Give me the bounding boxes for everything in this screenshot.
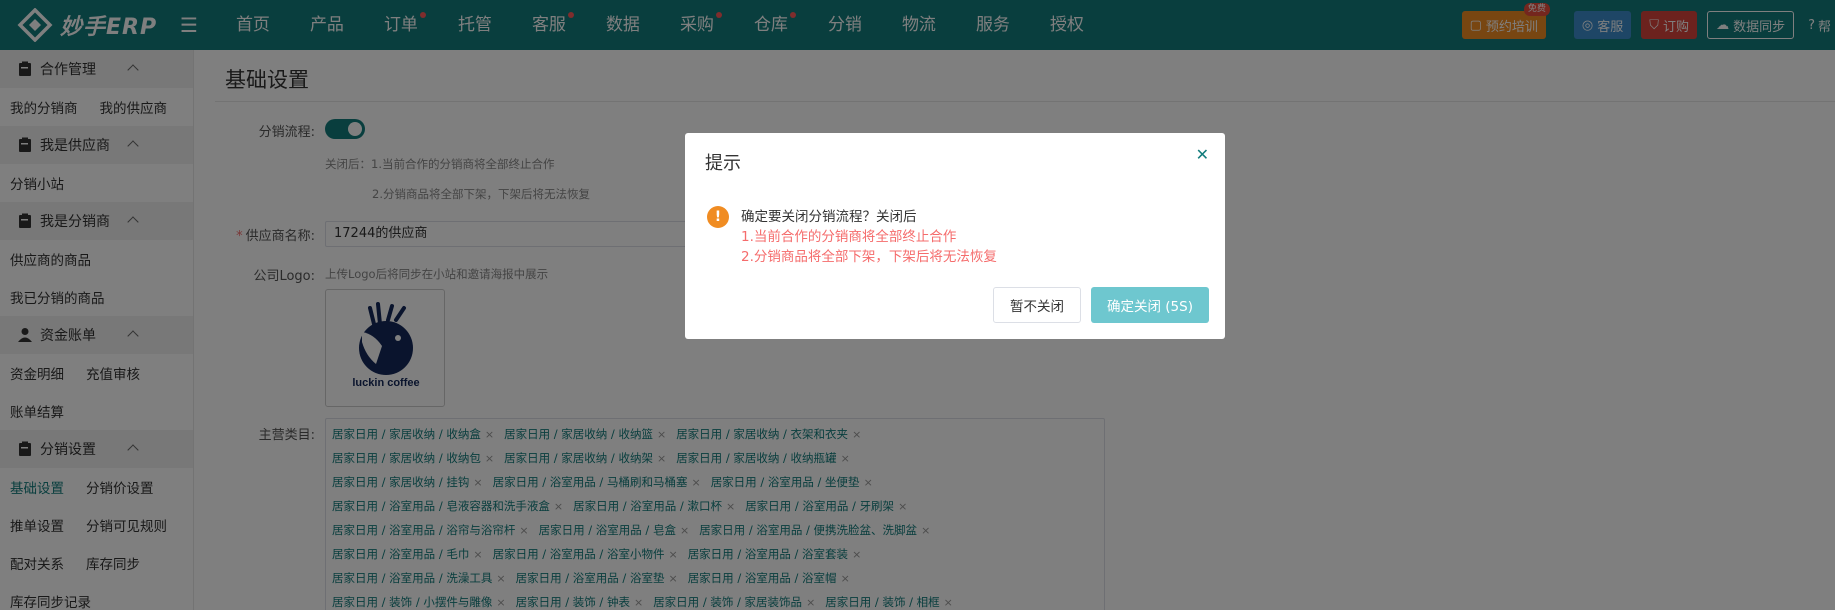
- cancel-button[interactable]: 暂不关闭: [993, 287, 1081, 323]
- confirm-close-button[interactable]: 确定关闭 (5S): [1091, 287, 1209, 323]
- warning-icon: !: [707, 206, 729, 228]
- close-icon[interactable]: ✕: [1196, 145, 1209, 164]
- dialog-line-2: 2.分销商品将全部下架，下架后将无法恢复: [741, 249, 997, 265]
- dialog-title: 提示: [705, 153, 741, 174]
- confirm-dialog: 提示 ✕ ! 确定要关闭分销流程？关闭后 1.当前合作的分销商将全部终止合作 2…: [685, 133, 1225, 339]
- dialog-line-1: 1.当前合作的分销商将全部终止合作: [741, 229, 957, 245]
- dialog-message: 确定要关闭分销流程？关闭后: [741, 209, 917, 225]
